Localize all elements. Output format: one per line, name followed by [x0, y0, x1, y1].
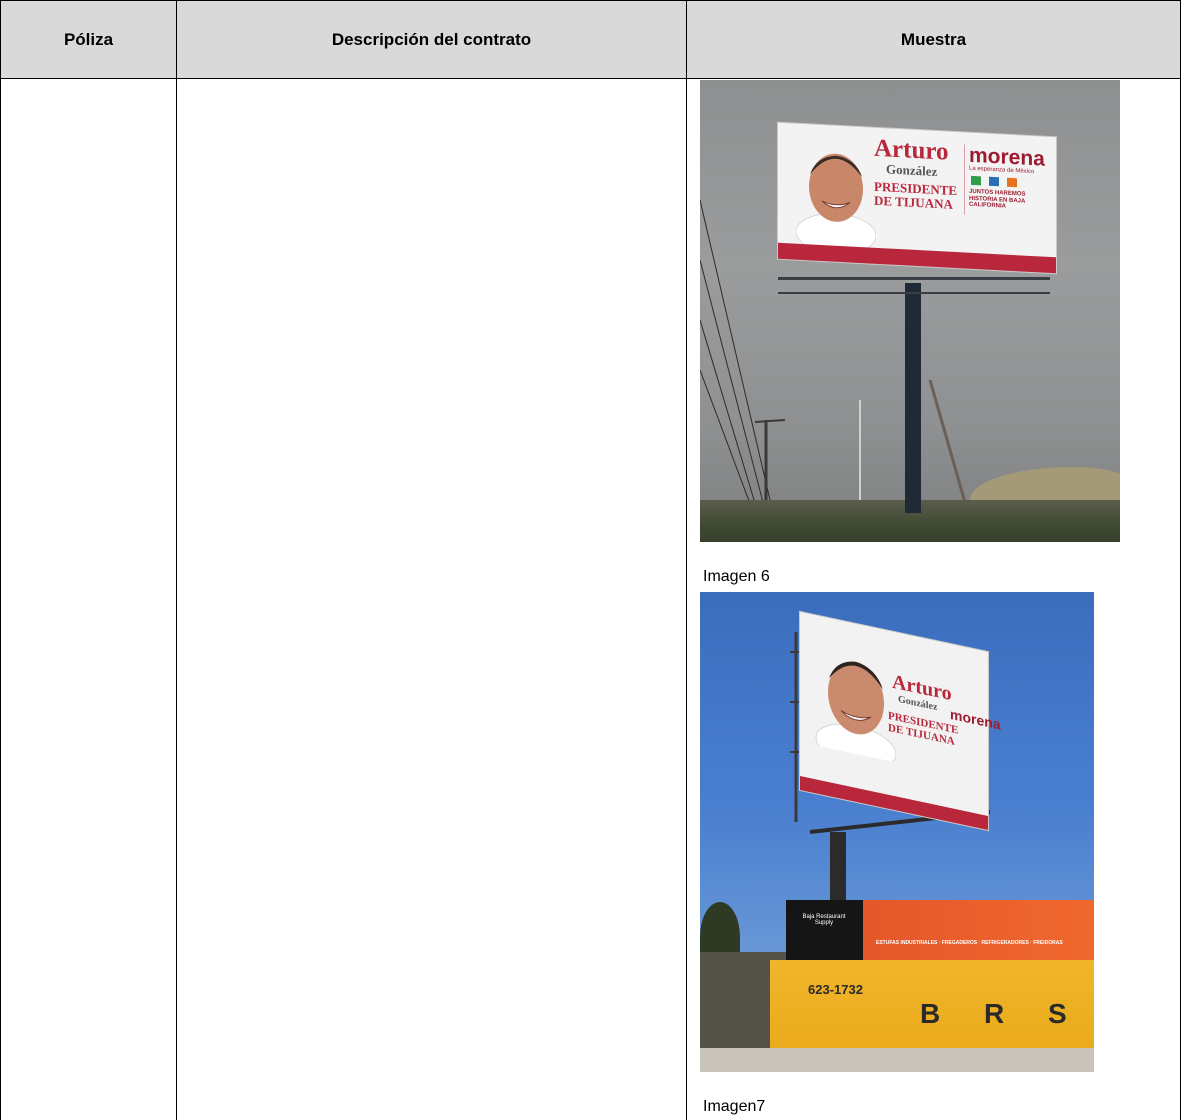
shop-logo-letters: B R S	[920, 998, 1085, 1029]
billboard: Arturo González PRESIDENTE DE TIJUANA mo…	[778, 122, 1056, 274]
shop-sign-items: ESTUFAS INDUSTRIALES · FREGADEROS · REFR…	[876, 940, 1063, 946]
shop-phone: 623-1732	[808, 982, 863, 997]
cell-poliza	[1, 79, 176, 1120]
ground	[700, 1048, 1094, 1072]
party-logos	[965, 175, 1051, 190]
shop-sign: Baja Restaurant Supply ESTUFAS INDUSTRIA…	[786, 900, 1094, 960]
contract-table: Póliza Descripción del contrato Muestra	[0, 0, 1181, 1120]
header-muestra: Muestra	[900, 29, 967, 49]
billboard-role: PRESIDENTE DE TIJUANA	[874, 179, 957, 212]
cell-descripcion	[177, 79, 686, 1120]
billboard-catwalk	[778, 277, 1050, 294]
caption-imagen-7: Imagen7	[703, 1098, 766, 1115]
caption-imagen-6: Imagen 6	[703, 568, 770, 585]
party-logo-icon	[989, 176, 999, 187]
billboard-photo-1: Arturo González PRESIDENTE DE TIJUANA mo…	[700, 80, 1120, 542]
header-descripcion: Descripción del contrato	[331, 29, 532, 49]
billboard-role-line2: DE TIJUANA	[874, 192, 953, 212]
party-block: morena La esperanza de México JUNTOS HAR…	[964, 144, 1051, 220]
table-border-top	[0, 0, 1181, 1]
billboard-photo-2: Arturo González PRESIDENTE DE TIJUANA mo…	[700, 592, 1094, 1072]
party-logo-icon	[971, 175, 981, 186]
party-logo-icon	[1007, 177, 1017, 188]
billboard-name-first: Arturo	[874, 134, 949, 166]
billboard-name-last: González	[886, 161, 938, 180]
billboard-pole	[905, 283, 921, 513]
header-poliza: Póliza	[63, 29, 114, 49]
candidate-portrait	[815, 661, 896, 763]
column-divider-2	[686, 0, 687, 1120]
billboard-role: PRESIDENTE DE TIJUANA	[888, 710, 958, 749]
billboard-footer-text: JUNTOS HAREMOS HISTORIA EN BAJA CALIFORN…	[969, 188, 1026, 210]
candidate-portrait	[796, 153, 876, 248]
shop-name: Baja Restaurant Supply	[802, 914, 846, 926]
